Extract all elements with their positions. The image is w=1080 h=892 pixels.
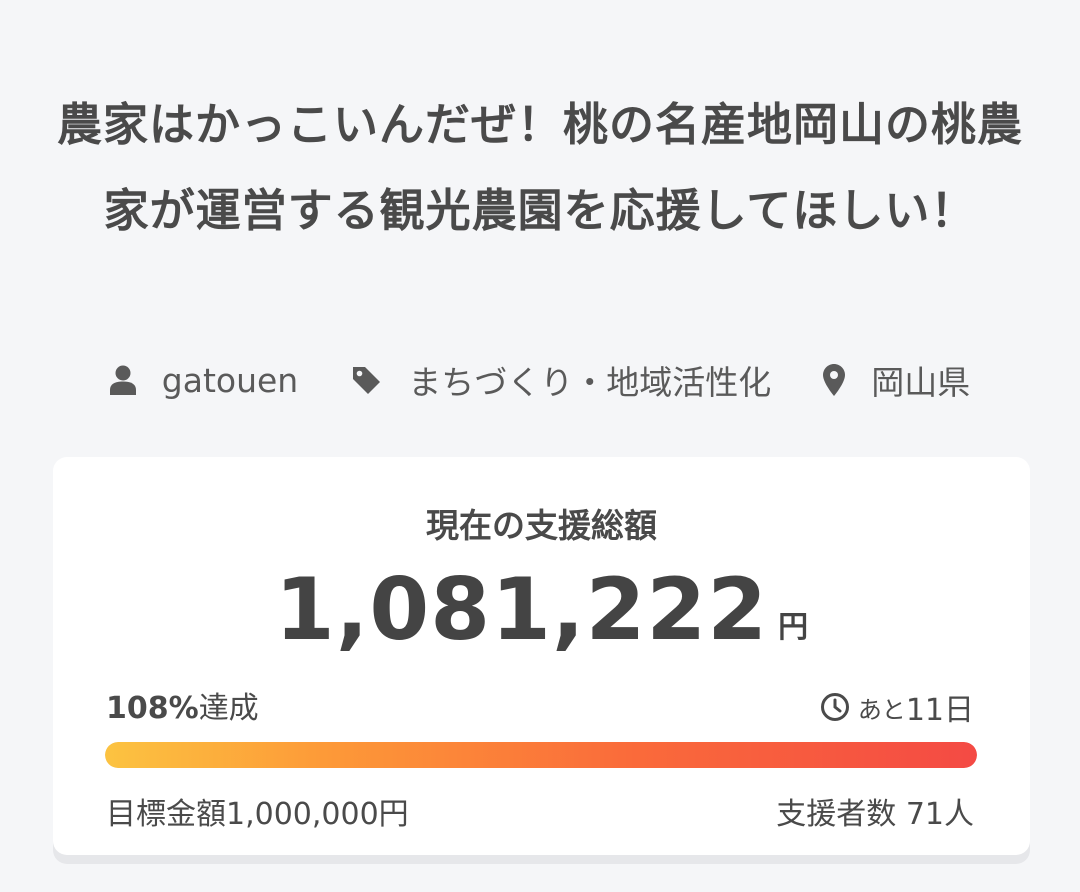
clock-icon bbox=[820, 692, 850, 722]
progress-bar-fill bbox=[105, 742, 977, 768]
location-name: 岡山県 bbox=[871, 363, 971, 402]
funding-goal: 目標金額1,000,000円 bbox=[106, 797, 409, 832]
user-icon bbox=[109, 365, 136, 395]
map-pin-icon bbox=[823, 364, 846, 396]
funding-label: 現在の支援総額 bbox=[426, 506, 657, 545]
owner-name: gatouen bbox=[161, 360, 299, 400]
project-location[interactable]: 岡山県 bbox=[823, 356, 970, 404]
category-name: まちづくり・地域活性化 bbox=[408, 363, 772, 402]
achievement-rate: 108%達成 bbox=[106, 683, 259, 727]
funding-amount-row: 1,081,222 円 bbox=[53, 562, 1030, 658]
funding-amount: 1,081,222 bbox=[274, 560, 769, 660]
time-remaining: あと 11日 bbox=[820, 685, 974, 729]
achievement-suffix: 達成 bbox=[198, 691, 259, 726]
project-owner[interactable]: gatouen bbox=[109, 360, 299, 400]
tag-icon bbox=[350, 364, 382, 396]
project-meta: gatouen まちづくり・地域活性化 岡山県 bbox=[0, 352, 1080, 408]
remaining-value: 11日 bbox=[905, 693, 974, 728]
progress-bar bbox=[105, 742, 977, 768]
achievement-percent: 108% bbox=[106, 691, 199, 726]
remaining-prefix: あと bbox=[857, 695, 906, 724]
backer-count: 支援者数 71人 bbox=[776, 797, 974, 832]
funding-card: 現在の支援総額 1,081,222 円 108%達成 あと 11日 目標金額1,0… bbox=[53, 457, 1030, 855]
project-title: 農家はかっこいんだぜ！桃の名産地岡山の桃農家が運営する観光農園を応援してほしい！ bbox=[56, 98, 1023, 237]
funding-currency: 円 bbox=[778, 610, 809, 645]
project-category[interactable]: まちづくり・地域活性化 bbox=[350, 356, 771, 404]
